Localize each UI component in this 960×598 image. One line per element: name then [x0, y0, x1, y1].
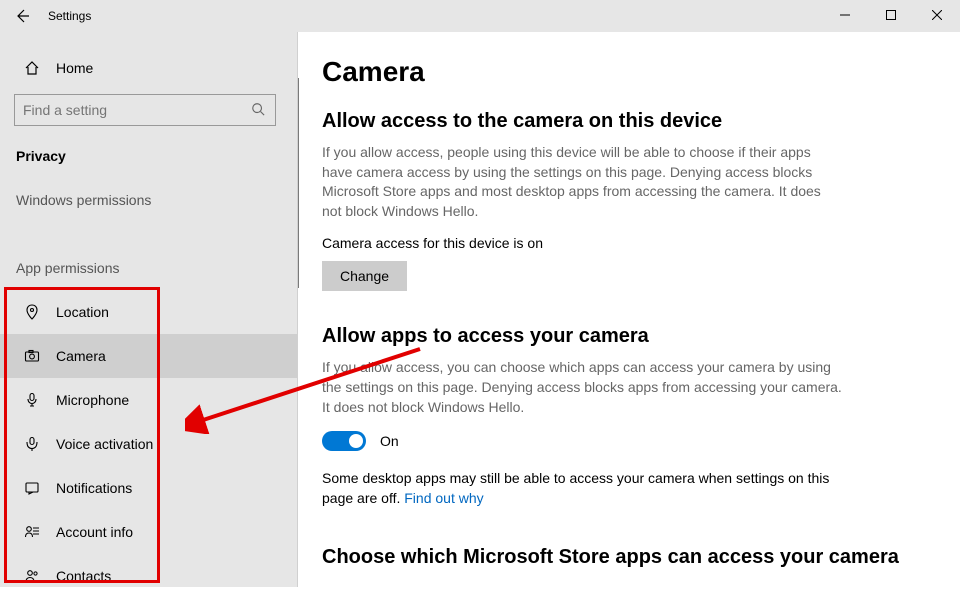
home-icon: [22, 60, 42, 76]
sidebar-item-notifications[interactable]: Notifications: [0, 466, 297, 510]
section2-note: Some desktop apps may still be able to a…: [322, 469, 842, 508]
sidebar: Home Privacy Windows permissions App per…: [0, 32, 298, 587]
section2-heading: Allow apps to access your camera: [322, 325, 926, 348]
sidebar-item-account-info[interactable]: Account info: [0, 510, 297, 554]
sidebar-item-contacts[interactable]: Contacts: [0, 554, 297, 598]
section1-body: If you allow access, people using this d…: [322, 143, 842, 221]
section3-heading: Choose which Microsoft Store apps can ac…: [322, 546, 926, 569]
sidebar-category: Privacy: [0, 140, 297, 182]
apps-camera-toggle[interactable]: [322, 431, 366, 451]
camera-icon: [22, 348, 42, 364]
sidebar-item-microphone[interactable]: Microphone: [0, 378, 297, 422]
scroll-indicator: [298, 78, 299, 288]
search-icon: [251, 102, 267, 119]
sidebar-home[interactable]: Home: [0, 50, 297, 86]
section1-heading: Allow access to the camera on this devic…: [322, 110, 926, 133]
sidebar-home-label: Home: [56, 60, 93, 76]
back-button[interactable]: [0, 0, 44, 32]
maximize-button[interactable]: [868, 0, 914, 30]
location-icon: [22, 304, 42, 320]
account-info-icon: [22, 524, 42, 540]
sidebar-item-label: Camera: [56, 348, 106, 364]
sidebar-item-location[interactable]: Location: [0, 290, 297, 334]
sidebar-section-windows-permissions: Windows permissions: [0, 182, 297, 222]
sidebar-item-label: Voice activation: [56, 436, 153, 452]
minimize-button[interactable]: [822, 0, 868, 30]
sidebar-item-label: Account info: [56, 524, 133, 540]
apps-camera-toggle-label: On: [380, 433, 399, 449]
sidebar-item-label: Microphone: [56, 392, 129, 408]
change-button[interactable]: Change: [322, 261, 407, 291]
sidebar-item-camera[interactable]: Camera: [0, 334, 297, 378]
window-title: Settings: [48, 9, 91, 23]
section2-body: If you allow access, you can choose whic…: [322, 358, 842, 417]
search-input[interactable]: [23, 102, 251, 118]
search-box[interactable]: [14, 94, 276, 126]
close-button[interactable]: [914, 0, 960, 30]
page-title: Camera: [322, 56, 926, 88]
sidebar-item-label: Contacts: [56, 568, 111, 584]
contacts-icon: [22, 568, 42, 584]
voice-activation-icon: [22, 436, 42, 452]
find-out-why-link[interactable]: Find out why: [404, 490, 483, 506]
microphone-icon: [22, 392, 42, 408]
sidebar-item-label: Location: [56, 304, 109, 320]
camera-access-status: Camera access for this device is on: [322, 235, 926, 251]
content-area: Camera Allow access to the camera on thi…: [298, 32, 960, 587]
sidebar-item-voice-activation[interactable]: Voice activation: [0, 422, 297, 466]
sidebar-item-label: Notifications: [56, 480, 132, 496]
notifications-icon: [22, 480, 42, 496]
sidebar-section-app-permissions: App permissions: [0, 250, 297, 290]
